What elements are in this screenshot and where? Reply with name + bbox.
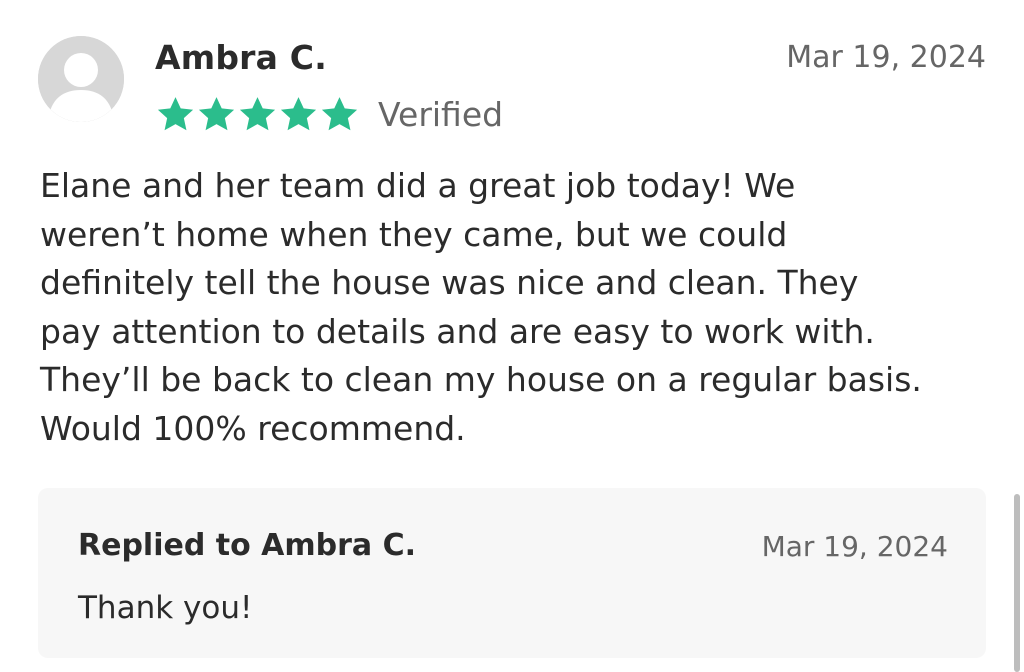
reply-text: Thank you! — [78, 590, 253, 626]
reviewer-name: Ambra C. — [155, 38, 327, 77]
review-text-line: Would 100% recommend. — [40, 408, 466, 448]
review-text-line: They’ll be back to clean my house on a r… — [40, 360, 922, 399]
star-icon — [155, 94, 196, 135]
reply-date: Mar 19, 2024 — [761, 530, 948, 563]
review-text-line: weren’t home when they came, but we coul… — [40, 214, 788, 254]
review-text-line: pay attention to details and are easy to… — [40, 311, 875, 351]
review-text: Elane and her team did a great job today… — [40, 162, 1000, 453]
avatar[interactable] — [38, 36, 124, 122]
star-icon — [237, 94, 278, 135]
star-icon — [278, 94, 319, 135]
review-card: Ambra C. Mar 19, 2024 Verified Elane and… — [0, 0, 1024, 672]
business-reply: Replied to Ambra C. Mar 19, 2024 Thank y… — [38, 488, 986, 658]
star-icon — [319, 94, 360, 135]
reply-title: Replied to Ambra C. — [78, 528, 416, 563]
scrollbar[interactable] — [1014, 494, 1020, 672]
review-date: Mar 19, 2024 — [786, 40, 986, 75]
rating-row: Verified — [155, 92, 503, 136]
review-text-line: definitely tell the house was nice and c… — [40, 263, 859, 302]
verified-label: Verified — [378, 94, 504, 134]
review-text-line: Elane and her team did a great job today… — [40, 166, 796, 205]
default-user-avatar-icon — [38, 36, 124, 122]
star-rating — [155, 94, 360, 135]
star-icon — [196, 94, 237, 135]
